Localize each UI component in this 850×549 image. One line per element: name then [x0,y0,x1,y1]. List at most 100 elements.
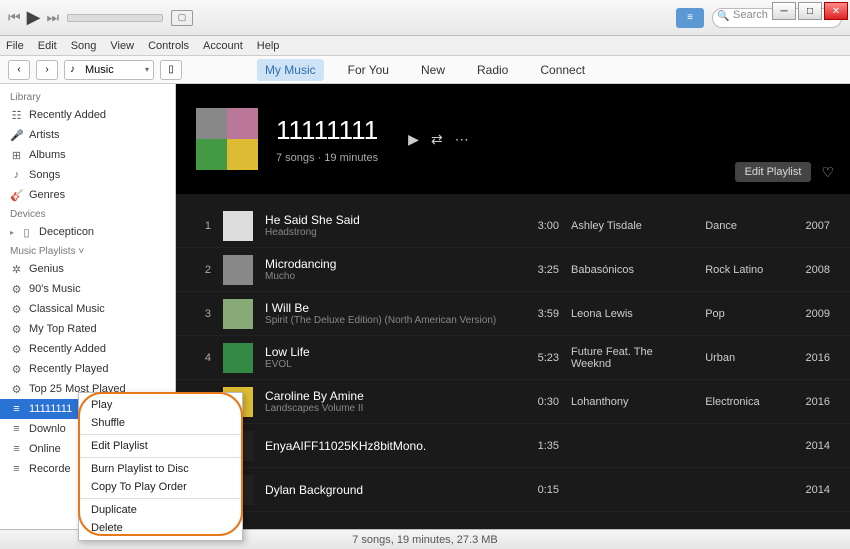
sidebar-icon: ⚙ [10,323,23,336]
context-edit-playlist[interactable]: Edit Playlist [79,437,242,455]
more-icon[interactable]: ⋯ [455,131,469,148]
main-content: 11111111 7 songs · 19 minutes ▶ ⇄ ⋯ Edit… [176,84,850,529]
context-duplicate[interactable]: Duplicate [79,501,242,519]
minimize-button[interactable]: ─ [772,2,796,20]
sidebar-item-label: Recorde [29,463,71,475]
track-album: Spirit (The Deluxe Edition) (North Ameri… [265,315,509,326]
context-copy-to-play-order[interactable]: Copy To Play Order [79,478,242,496]
sidebar-item-recently-played[interactable]: ⚙Recently Played [0,359,175,379]
track-genre: Urban [705,352,780,364]
track-year: 2007 [792,220,830,232]
airplay-button[interactable]: ▢ [171,10,193,26]
tab-new[interactable]: New [413,59,453,81]
track-genre: Electronica [705,396,780,408]
track-row[interactable]: 5Caroline By AmineLandscapes Volume II0:… [176,380,850,424]
next-track-icon[interactable]: ⏭ [46,9,59,26]
playlist-artwork [196,108,258,170]
back-button[interactable]: ‹ [8,60,30,80]
prev-track-icon[interactable]: ⏮ [8,9,21,26]
shuffle-icon[interactable]: ⇄ [431,131,443,148]
sidebar-icon: ✲ [10,263,23,276]
menubar: File Edit Song View Controls Account Help [0,36,850,56]
context-delete[interactable]: Delete [79,519,242,537]
menu-file[interactable]: File [6,40,24,52]
sidebar-item-genius[interactable]: ✲ Genius [0,259,175,279]
context-play[interactable]: Play [79,396,242,414]
maximize-button[interactable]: □ [798,2,822,20]
sidebar-icon: ≡ [10,423,23,435]
sidebar-icon: ⚙ [10,363,23,376]
track-duration: 3:59 [521,308,559,320]
track-artist: Future Feat. The Weeknd [571,346,693,370]
track-year: 2009 [792,308,830,320]
heart-icon[interactable]: ♡ [821,164,834,181]
sidebar-item-label: Songs [29,169,60,181]
track-album: Headstrong [265,227,509,238]
menu-view[interactable]: View [110,40,134,52]
tab-my-music[interactable]: My Music [257,59,324,81]
track-artwork [223,255,253,285]
sidebar-icon: ⚙ [10,343,23,356]
sidebar-header: Music Playlists ˅ [0,242,175,259]
sidebar-item-decepticon[interactable]: ▸▯Decepticon [0,222,175,242]
tab-for-you[interactable]: For You [340,59,397,81]
context-burn-playlist-to-disc[interactable]: Burn Playlist to Disc [79,460,242,478]
sidebar-item-recently-added[interactable]: ⚙Recently Added [0,339,175,359]
track-title: Low Life [265,345,509,359]
volume-slider[interactable] [67,14,163,22]
media-dropdown[interactable]: Music [64,60,154,80]
track-row[interactable]: 3 I Will BeSpirit (The Deluxe Edition) (N… [176,292,850,336]
play-icon[interactable]: ▶ [27,7,41,28]
sidebar-item-label: Albums [29,149,66,161]
sidebar-item-label: 90's Music [29,283,81,295]
menu-help[interactable]: Help [257,40,280,52]
tab-radio[interactable]: Radio [469,59,516,81]
track-album: Landscapes Volume II [265,403,509,414]
track-artwork [223,211,253,241]
sidebar-item-artists[interactable]: 🎤Artists [0,125,175,145]
sidebar-icon: 🎸 [10,189,23,202]
track-genre: Dance [705,220,780,232]
sidebar-item-genres[interactable]: 🎸Genres [0,185,175,205]
track-row[interactable]: 4Low LifeEVOL5:23Future Feat. The Weeknd… [176,336,850,380]
sidebar-item-my-top-rated[interactable]: ⚙ My Top Rated [0,319,175,339]
track-title: Dylan Background [265,483,509,497]
edit-playlist-button[interactable]: Edit Playlist [735,162,812,182]
menu-controls[interactable]: Controls [148,40,189,52]
track-duration: 5:23 [521,352,559,364]
menu-account[interactable]: Account [203,40,243,52]
track-year: 2016 [792,396,830,408]
playlist-title: 11111111 [276,115,378,146]
track-artwork [223,343,253,373]
sidebar-item-label: Recently Added [29,109,106,121]
track-number: 1 [196,220,211,232]
forward-button[interactable]: › [36,60,58,80]
track-duration: 0:30 [521,396,559,408]
sidebar-item-songs[interactable]: ♪Songs [0,165,175,185]
sidebar-item-90-s-music[interactable]: ⚙90's Music [0,279,175,299]
track-title: Microdancing [265,257,509,271]
track-year: 2016 [792,352,830,364]
sidebar-item-albums[interactable]: ⊞Albums [0,145,175,165]
close-button[interactable]: ✕ [824,2,848,20]
track-row[interactable]: Dylan Background0:152014 [176,468,850,512]
menu-song[interactable]: Song [71,40,97,52]
tab-connect[interactable]: Connect [532,59,593,81]
sidebar-item-classical-music[interactable]: ⚙Classical Music [0,299,175,319]
context-shuffle[interactable]: Shuffle [79,414,242,432]
menu-edit[interactable]: Edit [38,40,57,52]
play-playlist-icon[interactable]: ▶ [408,131,419,148]
track-number: 3 [196,308,211,320]
track-duration: 3:25 [521,264,559,276]
device-button[interactable]: ▯ [160,60,182,80]
track-row[interactable]: EnyaAIFF11025KHz8bitMono.1:352014 [176,424,850,468]
sidebar-item-label: Genius [29,263,64,275]
sidebar-icon: ☷ [10,109,23,122]
track-title: Caroline By Amine [265,389,509,403]
track-row[interactable]: 1He Said She SaidHeadstrong3:00Ashley Ti… [176,204,850,248]
sidebar-item-label: My Top Rated [29,323,97,335]
track-row[interactable]: 2MicrodancingMucho3:25BabasónicosRock La… [176,248,850,292]
list-view-button[interactable]: ≡ [676,8,704,28]
sidebar-item-recently-added[interactable]: ☷ Recently Added [0,105,175,125]
track-title: I Will Be [265,301,509,315]
